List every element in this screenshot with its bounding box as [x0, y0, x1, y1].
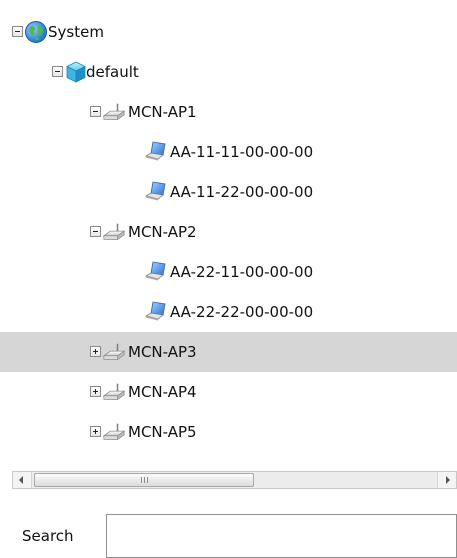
- expand-toggle-icon[interactable]: [90, 426, 101, 437]
- tree-node-ap[interactable]: MCN-AP4: [0, 372, 457, 412]
- search-label: Search: [22, 527, 74, 545]
- right-arrow-icon: [446, 476, 450, 484]
- horizontal-scrollbar[interactable]: [12, 471, 457, 489]
- left-arrow-icon: [19, 476, 23, 484]
- tree-node-label: System: [48, 23, 104, 41]
- collapse-toggle-icon[interactable]: [90, 226, 101, 237]
- tree-node-label: AA-11-22-00-00-00: [170, 183, 314, 201]
- device-tree: System default MCN-AP1 AA-11-11-00-00-00: [0, 0, 457, 460]
- tree-node-label: MCN-AP1: [128, 103, 197, 121]
- expand-toggle-icon[interactable]: [90, 346, 101, 357]
- tree-node-ap[interactable]: MCN-AP3: [0, 332, 457, 372]
- laptop-icon: [144, 141, 166, 161]
- search-input[interactable]: [106, 514, 457, 558]
- tree-node-label: default: [86, 63, 139, 81]
- tree-node-label: AA-22-22-00-00-00: [170, 303, 314, 321]
- access-point-icon: [102, 103, 126, 121]
- tree-node-ap[interactable]: MCN-AP5: [0, 412, 457, 452]
- access-point-icon: [102, 423, 126, 441]
- tree-node-label: MCN-AP2: [128, 223, 197, 241]
- tree-node-client[interactable]: AA-11-22-00-00-00: [0, 172, 457, 212]
- laptop-icon: [144, 181, 166, 201]
- collapse-toggle-icon[interactable]: [52, 66, 63, 77]
- access-point-icon: [102, 383, 126, 401]
- tree-node-label: MCN-AP3: [128, 343, 197, 361]
- tree-node-client[interactable]: AA-11-11-00-00-00: [0, 132, 457, 172]
- tree-node-client[interactable]: AA-22-11-00-00-00: [0, 252, 457, 292]
- tree-node-label: MCN-AP5: [128, 423, 197, 441]
- collapse-toggle-icon[interactable]: [12, 26, 23, 37]
- laptop-icon: [144, 261, 166, 281]
- access-point-icon: [102, 343, 126, 361]
- tree-node-label: MCN-AP4: [128, 383, 197, 401]
- tree-node-ap[interactable]: MCN-AP1: [0, 92, 457, 132]
- tree-node-client[interactable]: AA-22-22-00-00-00: [0, 292, 457, 332]
- tree-node-label: AA-22-11-00-00-00: [170, 263, 314, 281]
- laptop-icon: [144, 301, 166, 321]
- scroll-right-button[interactable]: [437, 472, 456, 488]
- tree-node-ap[interactable]: MCN-AP2: [0, 212, 457, 252]
- tree-node-label: AA-11-11-00-00-00: [170, 143, 314, 161]
- tree-node-system[interactable]: System: [0, 12, 457, 52]
- access-point-icon: [102, 223, 126, 241]
- scrollbar-thumb[interactable]: [34, 473, 254, 487]
- expand-toggle-icon[interactable]: [90, 386, 101, 397]
- collapse-toggle-icon[interactable]: [90, 106, 101, 117]
- globe-icon: [25, 21, 47, 43]
- grip-icon: [141, 477, 150, 483]
- scroll-left-button[interactable]: [13, 472, 32, 488]
- cube-icon: [66, 61, 86, 83]
- tree-node-default[interactable]: default: [0, 52, 457, 92]
